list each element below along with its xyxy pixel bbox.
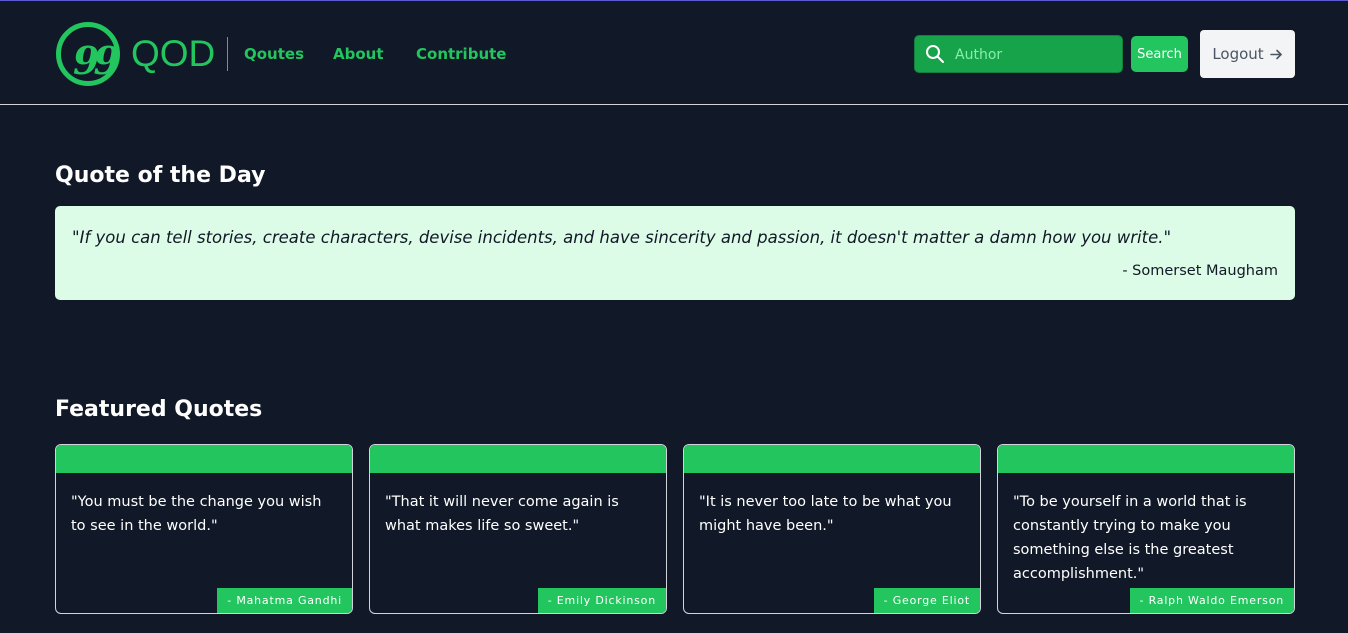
qotd-quote: "If you can tell stories, create charact… bbox=[72, 228, 1172, 247]
card-author-badge: - Mahatma Gandhi bbox=[217, 588, 352, 613]
author-search-input[interactable] bbox=[955, 43, 1115, 67]
search-box bbox=[914, 35, 1123, 73]
card-quote: "That it will never come again is what m… bbox=[385, 494, 619, 534]
qotd-author: - Somerset Maugham bbox=[1122, 263, 1278, 279]
card-quote: "To be yourself in a world that is const… bbox=[1013, 494, 1247, 582]
qotd-heading: Quote of the Day bbox=[55, 163, 266, 188]
card-header-band bbox=[370, 445, 666, 473]
featured-quote-card[interactable]: "It is never too late to be what you mig… bbox=[683, 444, 981, 614]
card-header-band bbox=[56, 445, 352, 473]
nav-link-about[interactable]: About bbox=[333, 44, 384, 64]
nav-link-quotes[interactable]: Qoutes bbox=[244, 44, 304, 64]
logo-glyph: 99 bbox=[73, 38, 120, 83]
featured-heading: Featured Quotes bbox=[55, 397, 263, 422]
featured-quote-card[interactable]: "That it will never come again is what m… bbox=[369, 444, 667, 614]
featured-quote-card[interactable]: "You must be the change you wish to see … bbox=[55, 444, 353, 614]
logo-divider bbox=[227, 37, 228, 71]
logout-label: Logout bbox=[1212, 45, 1264, 63]
brand-name[interactable]: QOD bbox=[131, 33, 215, 75]
search-button[interactable]: Search bbox=[1131, 36, 1188, 72]
card-quote: "It is never too late to be what you mig… bbox=[699, 494, 952, 534]
quote-of-the-day-card: "If you can tell stories, create charact… bbox=[55, 206, 1295, 300]
card-author-badge: - George Eliot bbox=[873, 588, 980, 613]
nav-link-contribute[interactable]: Contribute bbox=[416, 44, 506, 64]
navbar: 99 QOD Qoutes About Contribute Search Lo… bbox=[0, 1, 1348, 105]
card-header-band bbox=[684, 445, 980, 473]
arrow-right-icon bbox=[1269, 49, 1282, 59]
card-quote: "You must be the change you wish to see … bbox=[71, 494, 322, 534]
featured-quote-card[interactable]: "To be yourself in a world that is const… bbox=[997, 444, 1295, 614]
card-author-badge: - Emily Dickinson bbox=[537, 588, 666, 613]
logo-quote-icon[interactable]: 99 bbox=[56, 22, 120, 86]
card-author-badge: - Ralph Waldo Emerson bbox=[1129, 588, 1294, 613]
search-icon bbox=[926, 45, 944, 63]
card-header-band bbox=[998, 445, 1294, 473]
logout-button[interactable]: Logout bbox=[1200, 30, 1295, 78]
